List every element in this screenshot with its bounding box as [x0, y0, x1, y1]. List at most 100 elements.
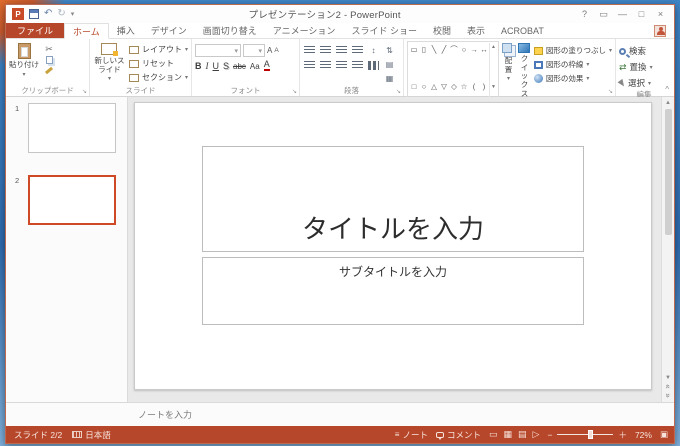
tab-transitions[interactable]: 画面切り替え — [195, 23, 265, 38]
tab-animations[interactable]: アニメーション — [265, 23, 344, 38]
shape-icon[interactable]: ▯ — [419, 43, 429, 55]
grow-font-button[interactable]: A — [267, 46, 272, 55]
reading-view-button[interactable]: ▤ — [518, 429, 527, 440]
language-indicator[interactable]: 日本語 — [72, 429, 111, 441]
zoom-slider[interactable] — [557, 434, 613, 435]
shape-scroll-up-icon[interactable]: ▲ — [491, 44, 496, 50]
shape-icon[interactable]: ( — [469, 81, 479, 93]
zoom-slider-thumb[interactable] — [588, 430, 593, 439]
slide-counter[interactable]: スライド 2/2 — [14, 429, 62, 441]
drawing-dialog-launcher-icon[interactable]: ↘ — [608, 88, 613, 95]
columns-button[interactable] — [367, 60, 380, 71]
text-shadow-button[interactable]: S — [223, 61, 229, 71]
subtitle-placeholder[interactable]: サブタイトルを入力 — [202, 257, 584, 324]
align-right-button[interactable] — [335, 60, 348, 71]
align-text-button[interactable]: ▤ — [383, 58, 396, 70]
slide-2-thumbnail[interactable] — [28, 175, 116, 225]
font-size-combobox[interactable]: ▾ — [243, 44, 265, 57]
shape-icon[interactable]: ☆ — [459, 81, 469, 93]
bullets-button[interactable] — [303, 45, 316, 56]
undo-icon[interactable]: ↶ — [44, 9, 52, 19]
change-case-button[interactable]: Aa — [250, 62, 260, 71]
shape-fill-button[interactable]: 図形の塗りつぶし ▾ — [534, 45, 612, 56]
paste-dropdown-icon[interactable]: ▾ — [22, 72, 25, 79]
paragraph-dialog-launcher-icon[interactable]: ↘ — [396, 88, 401, 95]
collapse-ribbon-icon[interactable]: ^ — [665, 85, 669, 94]
normal-view-button[interactable]: ▭ — [489, 429, 498, 440]
save-icon[interactable] — [29, 9, 39, 19]
redo-icon[interactable]: ↻ — [57, 9, 65, 19]
shape-icon[interactable]: ○ — [459, 43, 469, 55]
tab-file[interactable]: ファイル — [6, 23, 64, 38]
shape-icon[interactable]: □ — [409, 81, 419, 93]
convert-smartart-button[interactable]: ▦ — [383, 72, 396, 84]
shape-icon[interactable]: ◇ — [449, 81, 459, 93]
font-dialog-launcher-icon[interactable]: ↘ — [292, 88, 297, 95]
fit-to-window-button[interactable]: ▣ — [660, 429, 668, 440]
shape-icon[interactable]: → — [469, 43, 479, 55]
slide-1-thumbnail[interactable] — [28, 103, 116, 153]
reset-button[interactable]: リセット — [129, 58, 188, 69]
shape-icon[interactable]: ⌒ — [449, 43, 459, 55]
next-slide-button[interactable]: » — [663, 393, 672, 397]
slide-editing-area[interactable]: タイトルを入力 サブタイトルを入力 ▲ ▼ « » — [128, 97, 674, 402]
shape-icon[interactable]: ○ — [419, 81, 429, 93]
clipboard-dialog-launcher-icon[interactable]: ↘ — [82, 88, 87, 95]
vertical-scrollbar[interactable]: ▲ ▼ « » — [661, 97, 674, 402]
help-button[interactable]: ? — [575, 9, 594, 19]
shape-icon[interactable]: △ — [429, 81, 439, 93]
tab-acrobat[interactable]: ACROBAT — [493, 23, 552, 38]
increase-indent-button[interactable] — [351, 45, 364, 56]
tab-slideshow[interactable]: スライド ショー — [343, 23, 425, 38]
bold-button[interactable]: B — [195, 61, 202, 71]
cut-icon[interactable]: ✂ — [45, 45, 53, 53]
slideshow-view-button[interactable]: ▷ — [533, 429, 540, 440]
italic-button[interactable]: I — [206, 61, 209, 71]
tab-design[interactable]: デザイン — [143, 23, 195, 38]
section-button[interactable]: セクション ▾ — [129, 72, 188, 83]
comments-toggle-button[interactable]: コメント — [436, 429, 481, 441]
powerpoint-logo-icon[interactable]: P — [12, 8, 24, 20]
replace-button[interactable]: ⇄ 置換 ▾ — [619, 61, 669, 73]
zoom-out-button[interactable]: − — [547, 430, 552, 440]
copy-icon[interactable] — [46, 56, 53, 64]
font-name-combobox[interactable]: ▾ — [195, 44, 241, 57]
ribbon-options-button[interactable]: ▭ — [594, 9, 613, 20]
user-avatar-icon[interactable] — [654, 25, 666, 37]
shape-scroll-down-icon[interactable]: ▼ — [491, 84, 496, 90]
justify-button[interactable] — [351, 60, 364, 71]
zoom-in-button[interactable]: ＋ — [618, 429, 627, 441]
tab-review[interactable]: 校閲 — [425, 23, 459, 38]
shape-icon[interactable]: ↔ — [479, 43, 489, 55]
layout-button[interactable]: レイアウト ▾ — [129, 44, 188, 55]
shape-icon[interactable]: ▭ — [409, 43, 419, 55]
align-center-button[interactable] — [319, 60, 332, 71]
align-left-button[interactable] — [303, 60, 316, 71]
paste-button[interactable]: 貼り付け ▾ — [9, 41, 39, 84]
find-button[interactable]: 検索 — [619, 45, 669, 57]
shape-effects-button[interactable]: 図形の効果 ▾ — [534, 73, 612, 84]
zoom-percentage[interactable]: 72% — [635, 430, 652, 440]
font-color-button[interactable]: A — [264, 60, 270, 71]
strikethrough-button[interactable]: abc — [233, 62, 246, 71]
decrease-indent-button[interactable] — [335, 45, 348, 56]
shrink-font-button[interactable]: A — [274, 47, 278, 54]
slide-sorter-view-button[interactable]: ▦ — [504, 429, 513, 440]
maximize-button[interactable]: □ — [632, 9, 651, 19]
underline-button[interactable]: U — [213, 61, 220, 71]
tab-insert[interactable]: 挿入 — [109, 23, 143, 38]
notes-toggle-button[interactable]: ≡ ノート — [395, 429, 428, 441]
shape-icon[interactable]: ╲ — [429, 43, 439, 55]
shape-icon[interactable]: ╱ — [439, 43, 449, 55]
tab-view[interactable]: 表示 — [459, 23, 493, 38]
shape-icon[interactable]: ▽ — [439, 81, 449, 93]
title-placeholder[interactable]: タイトルを入力 — [202, 146, 584, 252]
scroll-up-icon[interactable]: ▲ — [665, 99, 671, 107]
shape-icon[interactable]: ) — [479, 81, 489, 93]
numbering-button[interactable] — [319, 45, 332, 56]
format-painter-icon[interactable] — [45, 67, 53, 74]
close-button[interactable]: × — [651, 9, 670, 19]
previous-slide-button[interactable]: « — [663, 384, 672, 388]
scroll-down-icon[interactable]: ▼ — [665, 374, 671, 382]
slide-canvas[interactable]: タイトルを入力 サブタイトルを入力 — [134, 102, 652, 390]
